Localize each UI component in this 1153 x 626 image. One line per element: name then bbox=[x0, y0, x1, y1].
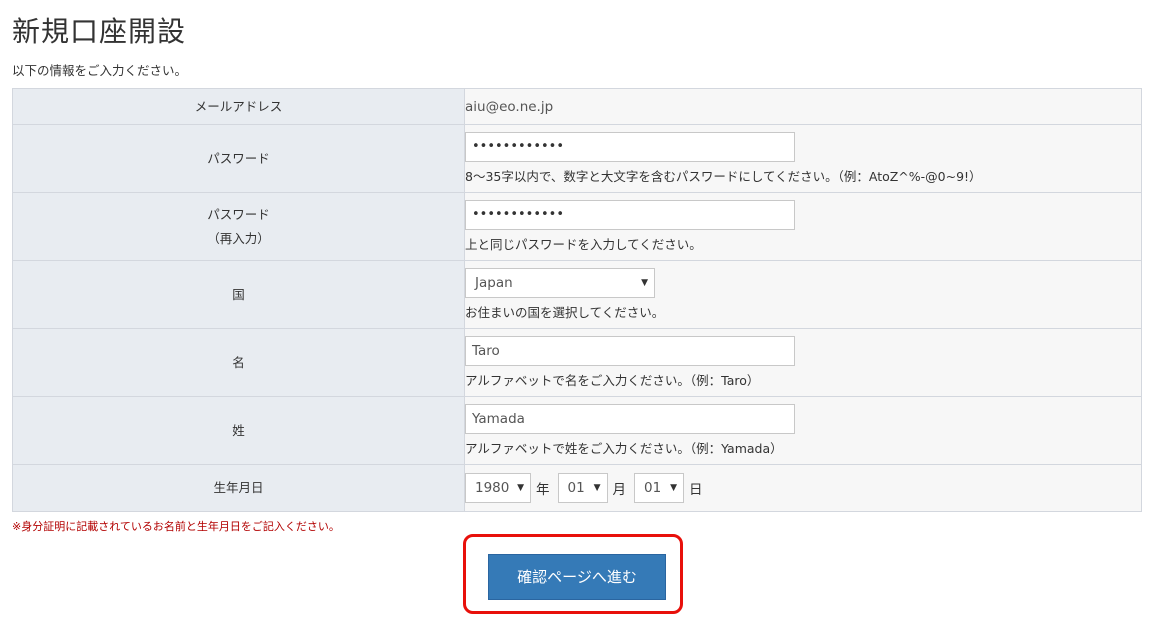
password-confirm-row: パスワード （再入力） •••••••••••• 上と同じパスワードを入力してく… bbox=[12, 192, 1142, 261]
birthdate-cell: 1980 ▼ 年 01 ▼ 月 01 ▼ 日 bbox=[464, 464, 1142, 512]
country-hint: お住まいの国を選択してください。 bbox=[465, 305, 665, 320]
password-label: パスワード bbox=[12, 124, 465, 193]
chevron-down-icon: ▼ bbox=[670, 483, 677, 493]
last-name-label: 姓 bbox=[12, 396, 465, 465]
birth-month-value: 01 bbox=[567, 480, 585, 496]
first-name-label: 名 bbox=[12, 328, 465, 397]
chevron-down-icon: ▼ bbox=[641, 278, 648, 288]
last-name-input[interactable]: Yamada bbox=[465, 404, 795, 434]
birthdate-row: 生年月日 1980 ▼ 年 01 ▼ 月 01 ▼ 日 bbox=[12, 464, 1142, 512]
birth-year-select[interactable]: 1980 ▼ bbox=[465, 473, 531, 503]
password-row: パスワード •••••••••••• 8〜35字以内で、数字と大文字を含むパスワ… bbox=[12, 124, 1142, 193]
password-hint: 8〜35字以内で、数字と大文字を含むパスワードにしてください。（例：AtoZ^%… bbox=[465, 169, 982, 184]
password-confirm-hint: 上と同じパスワードを入力してください。 bbox=[465, 237, 702, 252]
password-confirm-cell: •••••••••••• 上と同じパスワードを入力してください。 bbox=[464, 192, 1142, 261]
chevron-down-icon: ▼ bbox=[517, 483, 524, 493]
birth-month-select[interactable]: 01 ▼ bbox=[557, 473, 608, 503]
password-confirm-label: パスワード （再入力） bbox=[12, 192, 465, 261]
password-confirm-input[interactable]: •••••••••••• bbox=[465, 200, 795, 230]
country-row: 国 Japan ▼ お住まいの国を選択してください。 bbox=[12, 260, 1142, 329]
first-name-hint: アルファベットで名をご入力ください。（例：Taro） bbox=[465, 373, 760, 388]
password-confirm-label-line1: パスワード bbox=[207, 206, 270, 222]
day-unit: 日 bbox=[689, 482, 703, 498]
first-name-row: 名 Taro アルファベットで名をご入力ください。（例：Taro） bbox=[12, 328, 1142, 397]
country-label: 国 bbox=[12, 260, 465, 329]
last-name-row: 姓 Yamada アルファベットで姓をご入力ください。（例：Yamada） bbox=[12, 396, 1142, 465]
email-cell: aiu@eo.ne.jp bbox=[464, 88, 1142, 125]
first-name-cell: Taro アルファベットで名をご入力ください。（例：Taro） bbox=[464, 328, 1142, 397]
email-label: メールアドレス bbox=[12, 88, 465, 125]
id-note: ※身分証明に記載されているお名前と生年月日をご記入ください。 bbox=[12, 520, 340, 533]
birth-day-select[interactable]: 01 ▼ bbox=[634, 473, 684, 503]
last-name-cell: Yamada アルファベットで姓をご入力ください。（例：Yamada） bbox=[464, 396, 1142, 465]
last-name-hint: アルファベットで姓をご入力ください。（例：Yamada） bbox=[465, 441, 783, 456]
confirm-button[interactable]: 確認ページへ進む bbox=[488, 554, 666, 600]
password-cell: •••••••••••• 8〜35字以内で、数字と大文字を含むパスワードにしてく… bbox=[464, 124, 1142, 193]
signup-form-table: メールアドレス aiu@eo.ne.jp パスワード •••••••••••• … bbox=[12, 88, 1142, 512]
password-confirm-label-line2: （再入力） bbox=[207, 230, 270, 246]
country-select[interactable]: Japan ▼ bbox=[465, 268, 655, 298]
country-select-value: Japan bbox=[475, 275, 513, 291]
password-input[interactable]: •••••••••••• bbox=[465, 132, 795, 162]
email-row: メールアドレス aiu@eo.ne.jp bbox=[12, 88, 1142, 125]
country-cell: Japan ▼ お住まいの国を選択してください。 bbox=[464, 260, 1142, 329]
year-unit: 年 bbox=[536, 482, 550, 498]
birth-year-value: 1980 bbox=[475, 480, 510, 496]
chevron-down-icon: ▼ bbox=[593, 483, 601, 493]
first-name-input[interactable]: Taro bbox=[465, 336, 795, 366]
birth-day-value: 01 bbox=[644, 480, 662, 496]
page-lead: 以下の情報をご入力ください。 bbox=[12, 63, 188, 78]
page-title: 新規口座開設 bbox=[12, 15, 187, 48]
email-value: aiu@eo.ne.jp bbox=[465, 98, 554, 115]
month-unit: 月 bbox=[612, 482, 627, 498]
birthdate-label: 生年月日 bbox=[12, 464, 465, 512]
